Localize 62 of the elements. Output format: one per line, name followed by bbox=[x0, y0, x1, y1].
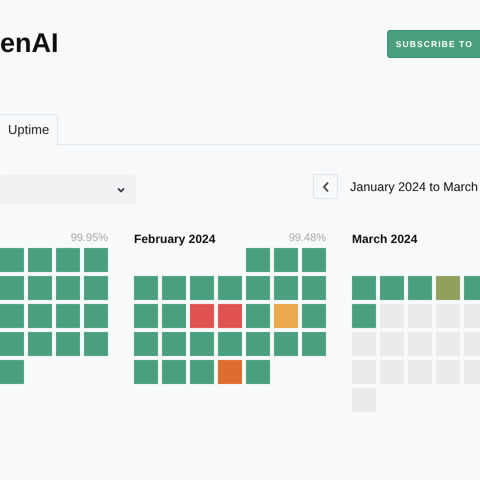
date-range-label: January 2024 to March bbox=[350, 180, 478, 194]
day-cell[interactable] bbox=[0, 332, 24, 356]
day-cell[interactable] bbox=[190, 276, 214, 300]
day-cell[interactable] bbox=[302, 248, 326, 272]
day-cell[interactable] bbox=[274, 304, 298, 328]
day-cell[interactable] bbox=[84, 332, 108, 356]
day-cell[interactable] bbox=[0, 304, 24, 328]
day-cell[interactable] bbox=[218, 304, 242, 328]
day-cell[interactable] bbox=[84, 276, 108, 300]
day-cell[interactable] bbox=[246, 248, 270, 272]
uptime-percentage: 99.95% bbox=[70, 232, 108, 246]
day-cell[interactable] bbox=[274, 332, 298, 356]
day-cell[interactable] bbox=[246, 360, 270, 384]
day-cell[interactable] bbox=[436, 276, 460, 300]
day-cell[interactable] bbox=[190, 360, 214, 384]
day-cell[interactable] bbox=[246, 332, 270, 356]
day-cell[interactable] bbox=[190, 332, 214, 356]
day-cell[interactable] bbox=[28, 304, 52, 328]
day-cell[interactable] bbox=[190, 304, 214, 328]
day-cell[interactable] bbox=[380, 276, 404, 300]
day-cell[interactable] bbox=[302, 276, 326, 300]
day-cell[interactable] bbox=[352, 276, 376, 300]
day-cell[interactable] bbox=[134, 332, 158, 356]
day-cell[interactable] bbox=[28, 276, 52, 300]
day-cell[interactable] bbox=[218, 360, 242, 384]
dropdown[interactable] bbox=[0, 175, 136, 204]
day-cell[interactable] bbox=[162, 304, 186, 328]
day-cell[interactable] bbox=[302, 304, 326, 328]
month-title: March 2024 bbox=[352, 232, 418, 248]
day-cell[interactable] bbox=[162, 360, 186, 384]
day-cell[interactable] bbox=[56, 276, 80, 300]
day-cell[interactable] bbox=[28, 248, 52, 272]
day-cell[interactable] bbox=[134, 276, 158, 300]
previous-button[interactable] bbox=[313, 174, 338, 199]
month-title: February 2024 bbox=[134, 232, 216, 248]
day-cell[interactable] bbox=[218, 276, 242, 300]
day-cell[interactable] bbox=[28, 332, 52, 356]
day-cell[interactable] bbox=[84, 248, 108, 272]
day-cell[interactable] bbox=[274, 276, 298, 300]
day-cell[interactable] bbox=[274, 248, 298, 272]
day-cell[interactable] bbox=[218, 332, 242, 356]
day-cell[interactable] bbox=[408, 276, 432, 300]
day-cell[interactable] bbox=[352, 304, 376, 328]
day-cell[interactable] bbox=[134, 304, 158, 328]
day-cell[interactable] bbox=[134, 360, 158, 384]
day-cell[interactable] bbox=[162, 276, 186, 300]
day-cell[interactable] bbox=[84, 304, 108, 328]
page-title: enAI bbox=[0, 29, 59, 58]
day-cell[interactable] bbox=[0, 360, 24, 384]
day-cell[interactable] bbox=[302, 332, 326, 356]
tab[interactable]: Uptime bbox=[0, 114, 58, 145]
chevron-left-icon bbox=[322, 180, 330, 192]
day-cell[interactable] bbox=[246, 304, 270, 328]
day-cell[interactable] bbox=[162, 332, 186, 356]
day-cell[interactable] bbox=[0, 276, 24, 300]
chevron-down-icon bbox=[117, 186, 125, 192]
day-cell[interactable] bbox=[56, 332, 80, 356]
uptime-percentage: 99.48% bbox=[288, 232, 326, 246]
day-cell[interactable] bbox=[246, 276, 270, 300]
day-cell[interactable] bbox=[56, 248, 80, 272]
day-cell[interactable] bbox=[56, 304, 80, 328]
day-cell[interactable] bbox=[0, 248, 24, 272]
